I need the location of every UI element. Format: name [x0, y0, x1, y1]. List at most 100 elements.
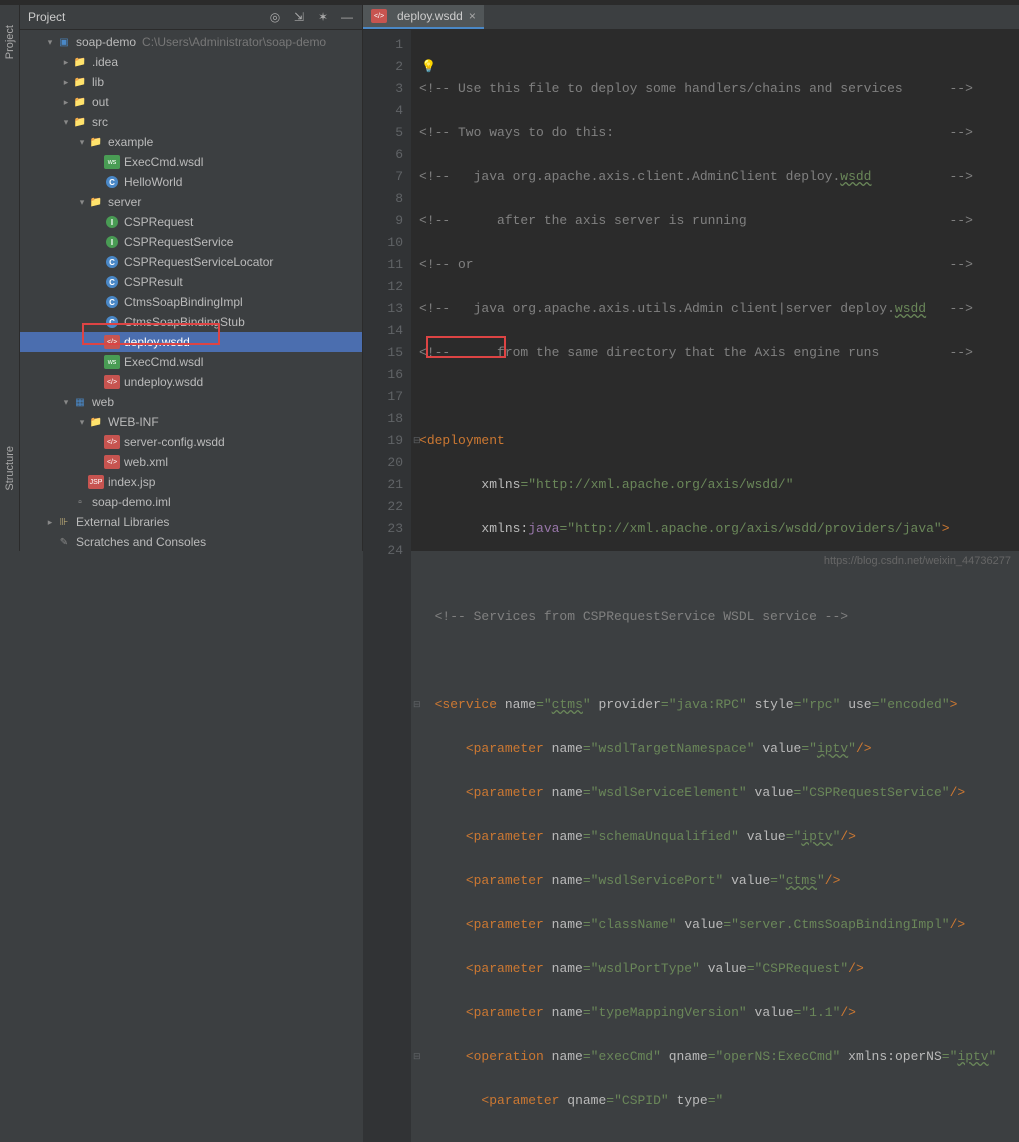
tree-label: src [92, 115, 108, 129]
line-number: 13 [367, 298, 403, 320]
tree-row[interactable]: ▾▣soap-demoC:\Users\Administrator\soap-d… [20, 32, 362, 52]
tree-label: soap-demo [76, 35, 136, 49]
tree-row[interactable]: ▸📁lib [20, 72, 362, 92]
line-number: 14 [367, 320, 403, 342]
tree-arrow-icon[interactable]: ▸ [60, 77, 72, 88]
tree-label: lib [92, 75, 104, 89]
tree-row[interactable]: CCSPRequestServiceLocator [20, 252, 362, 272]
line-number: 19 [367, 430, 403, 452]
tree-row[interactable]: CCSPResult [20, 272, 362, 292]
fold-icon[interactable]: ⊟ [413, 430, 423, 452]
tree-label: ExecCmd.wsdl [124, 155, 203, 169]
line-number: 16 [367, 364, 403, 386]
tree-arrow-icon[interactable]: ▾ [76, 197, 88, 208]
tree-row[interactable]: ✎Scratches and Consoles [20, 532, 362, 551]
tree-row[interactable]: ICSPRequest [20, 212, 362, 232]
fold-icon[interactable]: ⊟ [413, 694, 423, 716]
fold-icon[interactable]: ⊟ [413, 1046, 423, 1068]
close-icon[interactable]: × [469, 9, 476, 23]
line-number: 15 [367, 342, 403, 364]
tree-label: server-config.wsdd [124, 435, 225, 449]
tree-row[interactable]: </>undeploy.wsdd [20, 372, 362, 392]
xml-icon: </> [371, 9, 387, 23]
tree-path: C:\Users\Administrator\soap-demo [142, 35, 326, 49]
tool-project-button[interactable]: Project [4, 25, 16, 59]
tree-label: CSPRequest [124, 215, 193, 229]
tree-arrow-icon[interactable]: ▾ [44, 37, 56, 48]
tree-row[interactable]: CCtmsSoapBindingStub [20, 312, 362, 332]
editor-tab-deploy-wsdd[interactable]: </> deploy.wsdd × [363, 5, 484, 29]
tree-label: External Libraries [76, 515, 169, 529]
tree-label: web.xml [124, 455, 168, 469]
tree-label: index.jsp [108, 475, 155, 489]
tree-row[interactable]: </>web.xml [20, 452, 362, 472]
tab-label: deploy.wsdd [397, 9, 463, 23]
tree-label: out [92, 95, 109, 109]
line-number: 21 [367, 474, 403, 496]
line-number: 23 [367, 518, 403, 540]
tree-row[interactable]: CCtmsSoapBindingImpl [20, 292, 362, 312]
tree-label: .idea [92, 55, 118, 69]
line-number: 5 [367, 122, 403, 144]
tool-window-stripe-left: Project Structure [0, 5, 20, 551]
tree-row[interactable]: ▾▦web [20, 392, 362, 412]
editor-area: </> deploy.wsdd × 1234567891011121314151… [363, 5, 1019, 551]
tree-arrow-icon[interactable]: ▸ [44, 517, 56, 528]
editor-body[interactable]: 123456789101112131415161718192021222324 … [363, 30, 1019, 1142]
intention-bulb-icon[interactable]: 💡 [421, 56, 436, 78]
tree-row[interactable]: ▫soap-demo.iml [20, 492, 362, 512]
line-number: 1 [367, 34, 403, 56]
tree-label: web [92, 395, 114, 409]
line-number: 20 [367, 452, 403, 474]
tree-arrow-icon[interactable]: ▸ [60, 97, 72, 108]
project-panel: Project ◎ ⇲ ✶ — ▾▣soap-demoC:\Users\Admi… [20, 5, 363, 551]
line-number: 22 [367, 496, 403, 518]
tree-row[interactable]: ▾📁src [20, 112, 362, 132]
watermark: https://blog.csdn.net/weixin_44736277 [824, 555, 1011, 567]
tree-row[interactable]: wsExecCmd.wsdl [20, 352, 362, 372]
code-content[interactable]: 💡 <!-- Use this file to deploy some hand… [411, 30, 1019, 1142]
line-number: 17 [367, 386, 403, 408]
tree-row[interactable]: JSPindex.jsp [20, 472, 362, 492]
tree-row[interactable]: ▸📁.idea [20, 52, 362, 72]
tree-row[interactable]: </>deploy.wsdd [20, 332, 362, 352]
tree-label: CtmsSoapBindingStub [124, 315, 245, 329]
tree-label: WEB-INF [108, 415, 159, 429]
tree-label: server [108, 195, 141, 209]
locate-icon[interactable]: ◎ [268, 10, 282, 24]
tree-arrow-icon[interactable]: ▾ [60, 117, 72, 128]
tree-row[interactable]: </>server-config.wsdd [20, 432, 362, 452]
line-number: 10 [367, 232, 403, 254]
expand-icon[interactable]: ⇲ [292, 10, 306, 24]
tree-row[interactable]: ICSPRequestService [20, 232, 362, 252]
tree-label: deploy.wsdd [124, 335, 190, 349]
tree-arrow-icon[interactable]: ▾ [60, 397, 72, 408]
tree-label: CSPRequestService [124, 235, 233, 249]
tree-row[interactable]: CHelloWorld [20, 172, 362, 192]
tool-structure-button[interactable]: Structure [4, 446, 16, 491]
tree-label: ExecCmd.wsdl [124, 355, 203, 369]
line-number: 18 [367, 408, 403, 430]
tree-arrow-icon[interactable]: ▾ [76, 137, 88, 148]
line-number: 7 [367, 166, 403, 188]
tree-arrow-icon[interactable]: ▾ [76, 417, 88, 428]
tree-row[interactable]: ▾📁WEB-INF [20, 412, 362, 432]
project-tree[interactable]: ▾▣soap-demoC:\Users\Administrator\soap-d… [20, 30, 362, 551]
tree-arrow-icon[interactable]: ▸ [60, 57, 72, 68]
tree-row[interactable]: ▸⊪External Libraries [20, 512, 362, 532]
line-number: 4 [367, 100, 403, 122]
line-number: 9 [367, 210, 403, 232]
tree-label: undeploy.wsdd [124, 375, 203, 389]
tree-row[interactable]: wsExecCmd.wsdl [20, 152, 362, 172]
tree-label: soap-demo.iml [92, 495, 171, 509]
tree-row[interactable]: ▾📁example [20, 132, 362, 152]
tree-row[interactable]: ▾📁server [20, 192, 362, 212]
gear-icon[interactable]: ✶ [316, 10, 330, 24]
line-number: 12 [367, 276, 403, 298]
line-number: 3 [367, 78, 403, 100]
project-panel-title: Project [28, 10, 268, 24]
tree-label: CSPResult [124, 275, 183, 289]
tree-row[interactable]: ▸📁out [20, 92, 362, 112]
line-number: 24 [367, 540, 403, 562]
hide-icon[interactable]: — [340, 10, 354, 24]
